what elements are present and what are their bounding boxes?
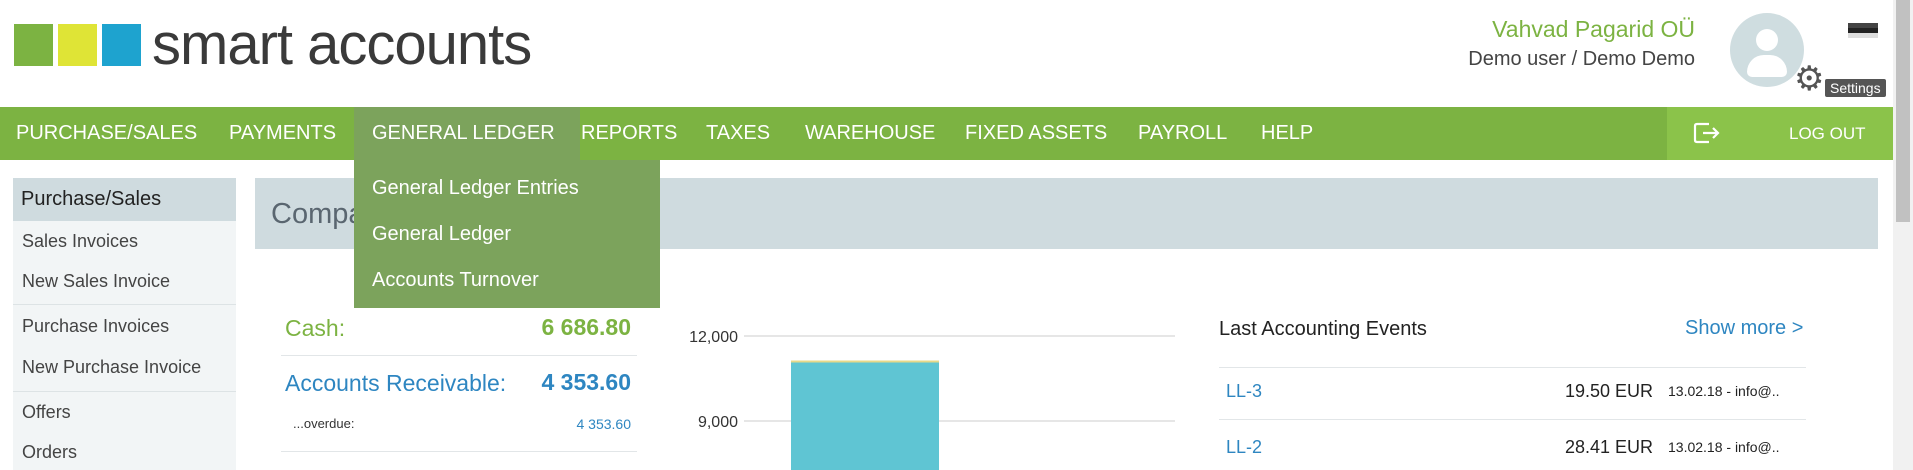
nav-purchase-sales[interactable]: PURCHASE/SALES <box>16 107 197 160</box>
cash-label: Cash: <box>285 315 346 341</box>
overdue-value[interactable]: 4 353.60 <box>577 416 632 432</box>
event-meta: 13.02.18 - info@.. <box>1668 383 1780 399</box>
events-divider <box>1219 367 1806 368</box>
settings-tooltip: Settings <box>1825 79 1886 97</box>
brand-name: smart accounts <box>152 12 532 77</box>
nav-fixed-assets[interactable]: FIXED ASSETS <box>965 107 1107 160</box>
show-more-link[interactable]: Show more > <box>1685 317 1803 340</box>
event-amount: 28.41 EUR <box>1564 437 1653 457</box>
page-title: Compa <box>271 198 365 230</box>
sidebar-item-new-sales-invoice[interactable]: New Sales Invoice <box>22 271 170 292</box>
sidebar-title: Purchase/Sales <box>21 188 162 210</box>
logo-square-green <box>14 24 53 66</box>
avatar-head <box>1756 29 1778 51</box>
chart-y-tick-label: 9,000 <box>698 414 738 431</box>
event-id-link[interactable]: LL-2 <box>1226 437 1262 458</box>
chart-bar[interactable] <box>791 361 939 470</box>
logo-square-yellow <box>58 24 97 66</box>
event-amount: 19.50 EUR <box>1564 381 1653 401</box>
accounts-receivable-value[interactable]: 4 353.60 <box>541 369 631 396</box>
gear-icon[interactable]: ⚙ <box>1794 62 1824 96</box>
general-ledger-dropdown: General Ledger Entries General Ledger Ac… <box>354 160 660 308</box>
company-name[interactable]: Vahvad Pagarid OÜ <box>1492 16 1695 43</box>
nav-payments[interactable]: PAYMENTS <box>229 107 336 160</box>
sidebar-item-sales-invoices[interactable]: Sales Invoices <box>22 231 138 252</box>
sidebar-item-purchase-invoices[interactable]: Purchase Invoices <box>22 316 169 337</box>
nav-help[interactable]: HELP <box>1261 107 1313 160</box>
avatar-body <box>1747 55 1787 77</box>
sidebar-panel <box>13 221 236 470</box>
sidebar-divider <box>13 391 236 392</box>
summary-divider <box>281 451 637 452</box>
logout-button[interactable]: LOG OUT <box>1667 107 1893 160</box>
sidebar-header: Purchase/Sales <box>13 178 236 221</box>
menu-item-accounts-turnover[interactable]: Accounts Turnover <box>372 269 539 292</box>
user-avatar-icon[interactable] <box>1730 13 1804 87</box>
sidebar-divider <box>13 304 236 305</box>
language-flag-icon[interactable] <box>1848 23 1878 39</box>
cash-value: 6 686.80 <box>541 314 631 340</box>
nav-payroll[interactable]: PAYROLL <box>1138 107 1227 160</box>
main-nav: PURCHASE/SALES PAYMENTS GENERAL LEDGER R… <box>0 107 1893 160</box>
balance-chart: 12,000 9,000 <box>689 329 1175 470</box>
events-divider <box>1219 419 1806 420</box>
summary-divider <box>281 355 637 356</box>
sidebar-item-new-purchase-invoice[interactable]: New Purchase Invoice <box>22 357 201 378</box>
events-title: Last Accounting Events <box>1219 318 1427 340</box>
menu-item-general-ledger[interactable]: General Ledger <box>372 223 511 246</box>
page-scrollbar-thumb[interactable] <box>1896 0 1910 222</box>
event-id-link[interactable]: LL-3 <box>1226 381 1262 402</box>
accounts-receivable-label[interactable]: Accounts Receivable: <box>285 370 506 397</box>
overdue-label: ...overdue: <box>293 416 355 431</box>
nav-taxes[interactable]: TAXES <box>706 107 770 160</box>
logout-icon <box>1693 122 1720 144</box>
brand-logo[interactable]: smart accounts <box>14 12 532 77</box>
logout-label: LOG OUT <box>1789 124 1866 143</box>
sidebar-item-orders[interactable]: Orders <box>22 442 77 463</box>
menu-item-general-ledger-entries[interactable]: General Ledger Entries <box>372 177 579 200</box>
event-meta: 13.02.18 - info@.. <box>1668 439 1780 455</box>
nav-general-ledger[interactable]: GENERAL LEDGER <box>354 107 580 160</box>
logo-square-blue <box>102 24 141 66</box>
sidebar-item-offers[interactable]: Offers <box>22 402 71 423</box>
nav-reports[interactable]: REPORTS <box>581 107 677 160</box>
chart-y-tick-label: 12,000 <box>689 329 738 346</box>
user-name: Demo user / Demo Demo <box>1468 48 1695 70</box>
nav-warehouse[interactable]: WAREHOUSE <box>805 107 935 160</box>
